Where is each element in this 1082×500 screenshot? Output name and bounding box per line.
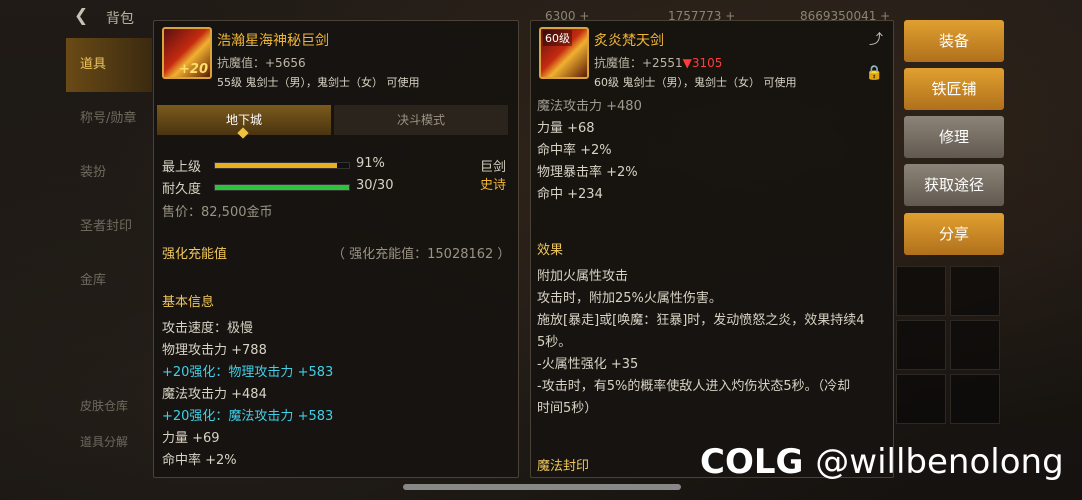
durability-label: 耐久度: [162, 182, 202, 197]
sidebar-item-props[interactable]: 道具: [66, 38, 152, 92]
item-requirement: 55级 鬼剑士（男），鬼剑士（女） 可使用: [217, 76, 420, 89]
effect-line: 5秒。: [537, 335, 572, 350]
repair-button[interactable]: 修理: [904, 116, 1004, 158]
reinforce-value: （ 强化充能值：15028162 ）: [332, 247, 511, 262]
effect-line: 攻击时，附加25%火属性伤害。: [537, 291, 722, 306]
sidebar-item-avatar[interactable]: 装扮: [66, 146, 152, 200]
anti-magic-value: 抗魔值：+2551▼3105: [594, 54, 722, 71]
tab-pvp[interactable]: 决斗模式: [334, 105, 508, 135]
effect-line: 时间5秒）: [537, 401, 598, 416]
durability-value: 30/30: [356, 178, 394, 193]
stat-line: 攻击速度：极慢: [162, 321, 254, 336]
page-title: 背包: [106, 11, 134, 27]
inventory-slot[interactable]: [896, 320, 946, 370]
inventory-slot[interactable]: [950, 266, 1000, 316]
stat-line: 力量 +69: [162, 431, 220, 446]
inventory-slot[interactable]: [896, 266, 946, 316]
stat-line: 魔法攻击力 +480: [537, 99, 642, 114]
item-header: 60级 炙炎梵天剑 抗魔值：+2551▼3105 60级 鬼剑士（男），鬼剑士（…: [537, 27, 887, 89]
sidebar-item-seal[interactable]: 圣者封印: [66, 200, 152, 254]
skin-storage-link[interactable]: 皮肤仓库: [80, 397, 128, 414]
stat-line: 力量 +68: [537, 121, 595, 136]
mode-tabs: 地下城 决斗模式: [157, 105, 513, 139]
sell-price: 售价：82,500金币: [162, 205, 273, 220]
inventory-slot[interactable]: [896, 374, 946, 424]
home-indicator[interactable]: [403, 484, 681, 490]
durability-fill: [215, 185, 349, 190]
share-button[interactable]: 分享: [904, 213, 1004, 255]
effect-title: 效果: [537, 243, 564, 258]
stat-line: 魔法攻击力 +484: [162, 387, 267, 402]
item-requirement: 60级 鬼剑士（男），鬼剑士（女） 可使用: [594, 76, 797, 89]
anti-magic-number: 抗魔值：+2551: [594, 56, 683, 70]
blacksmith-button[interactable]: 铁匠铺: [904, 68, 1004, 110]
item-header: +20 浩瀚星海神秘巨剑 抗魔值：+5656 55级 鬼剑士（男），鬼剑士（女）…: [160, 27, 512, 89]
item-name: 浩瀚星海神秘巨剑: [217, 33, 329, 49]
colg-watermark: COLG @willbenolong: [700, 442, 1064, 482]
share-arrow-icon[interactable]: ⤴: [869, 29, 883, 49]
watermark-logo: COLG: [700, 442, 804, 482]
enhance-level: +20: [179, 62, 208, 77]
basic-info-title: 基本信息: [162, 295, 215, 310]
back-arrow-icon[interactable]: ❮: [74, 6, 88, 26]
rarity-label: 史诗: [480, 178, 507, 193]
max-grade-value: 91%: [356, 156, 385, 171]
equipped-item-tooltip: +20 浩瀚星海神秘巨剑 抗魔值：+5656 55级 鬼剑士（男），鬼剑士（女）…: [153, 20, 519, 478]
max-grade-label: 最上级: [162, 160, 202, 175]
inventory-slot[interactable]: [950, 320, 1000, 370]
stat-line-enhance: +20强化：物理攻击力 +583: [162, 365, 334, 380]
equip-button[interactable]: 装备: [904, 20, 1004, 62]
stat-line: 物理暴击率 +2%: [537, 165, 638, 180]
item-level-tag: 60级: [543, 30, 572, 46]
obtain-route-button[interactable]: 获取途径: [904, 164, 1004, 206]
effect-line: 施放[暴走]或[唤魔：狂暴]时，发动愤怒之炎，效果持续4: [537, 313, 865, 328]
anti-magic-value: 抗魔值：+5656: [217, 56, 306, 70]
max-grade-fill: [215, 163, 337, 168]
effect-line: -攻击时，有5%的概率使敌人进入灼伤状态5秒。（冷却: [537, 379, 851, 394]
stat-line: 命中 +234: [537, 187, 603, 202]
great-sword-icon: +20: [162, 27, 212, 79]
inventory-slot[interactable]: [950, 374, 1000, 424]
magic-seal-title: 魔法封印: [537, 459, 590, 474]
flame-sword-icon: 60级: [539, 27, 589, 79]
stat-line-enhance: +20强化：魔法攻击力 +583: [162, 409, 334, 424]
item-type: 巨剑: [480, 160, 507, 175]
stat-line: 物理攻击力 +788: [162, 343, 267, 358]
sidebar-item-titles[interactable]: 称号/勋章: [66, 92, 152, 146]
stat-line: 命中率 +2%: [537, 143, 612, 158]
reinforce-title: 强化充能值: [162, 247, 228, 262]
compared-item-tooltip: 60级 炙炎梵天剑 抗魔值：+2551▼3105 60级 鬼剑士（男），鬼剑士（…: [530, 20, 894, 478]
inventory-sidebar: 道具 称号/勋章 装扮 圣者封印 金库: [66, 38, 152, 368]
durability-bar: [214, 184, 350, 191]
watermark-handle: @willbenolong: [815, 442, 1064, 482]
item-name: 炙炎梵天剑: [594, 33, 664, 49]
effect-line: 附加火属性攻击: [537, 269, 629, 284]
stat-line: 命中率 +2%: [162, 453, 237, 468]
item-disassemble-link[interactable]: 道具分解: [80, 433, 128, 450]
anti-magic-diff: ▼3105: [682, 56, 723, 70]
max-grade-bar: [214, 162, 350, 169]
lock-icon[interactable]: 🔒: [866, 65, 883, 81]
sidebar-item-vault[interactable]: 金库: [66, 254, 152, 308]
effect-line: -火属性强化 +35: [537, 357, 639, 372]
